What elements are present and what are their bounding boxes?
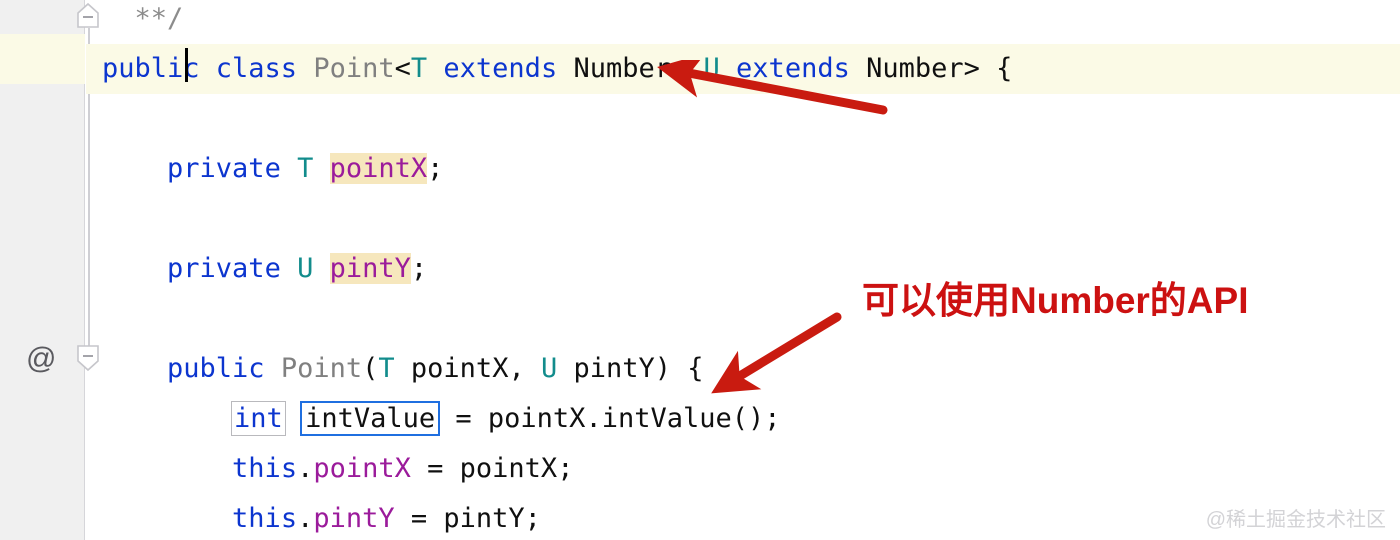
code-line-blank-2[interactable] <box>86 194 1400 244</box>
editor-gutter[interactable]: @ <box>0 0 85 540</box>
code-token: extends <box>443 53 558 84</box>
code-line-blank-1[interactable] <box>86 94 1400 144</box>
code-token: < <box>394 53 411 84</box>
gutter-row[interactable] <box>0 234 85 284</box>
fold-collapse-icon-bottom[interactable] <box>75 343 101 373</box>
code-token: pointX <box>329 153 428 184</box>
code-token: T <box>378 353 395 384</box>
code-token: public <box>167 353 265 384</box>
code-line-text: this.pintY = pintY; <box>86 503 541 534</box>
code-token: U <box>540 353 558 384</box>
code-token: T <box>410 53 428 84</box>
code-token: pointX <box>313 453 411 484</box>
code-line-comment-close[interactable]: **/ <box>86 0 1400 44</box>
code-token: this <box>232 453 298 484</box>
code-line-text: private T pointX; <box>86 153 443 184</box>
code-line-text: private U pintY; <box>86 253 427 284</box>
code-token: int <box>231 401 286 436</box>
annotation-at-icon[interactable]: @ <box>26 344 56 374</box>
gutter-row-annotated[interactable]: @ <box>0 334 85 384</box>
code-token: Number> { <box>849 53 1013 84</box>
code-line-assign-pinty[interactable]: this.pintY = pintY; <box>86 494 1400 540</box>
code-token: extends <box>736 53 850 84</box>
code-token: ( <box>362 353 379 384</box>
code-line-text: this.pointX = pointX; <box>86 453 573 484</box>
fold-collapse-icon-top[interactable] <box>75 2 101 32</box>
code-token: = pointX; <box>410 453 574 484</box>
code-token: pintY) { <box>557 353 704 384</box>
code-token: pintY <box>313 503 395 534</box>
code-token: = pintY; <box>394 503 541 534</box>
code-token: Number, <box>557 53 704 84</box>
code-token: U <box>703 53 720 84</box>
code-line-class-decl[interactable]: public class Point<T extends Number, U e… <box>86 44 1400 94</box>
text-caret <box>185 48 188 82</box>
code-line-text: public class Point<T extends Number, U e… <box>86 53 1012 84</box>
watermark: @稀土掘金技术社区 <box>1205 509 1386 531</box>
gutter-row[interactable] <box>0 134 85 184</box>
gutter-row[interactable] <box>0 284 85 334</box>
code-line-assign-pointx[interactable]: this.pointX = pointX; <box>86 444 1400 494</box>
code-token: ; <box>410 253 428 284</box>
code-line-int-value-decl[interactable]: int intValue = pointX.intValue(); <box>86 394 1400 444</box>
code-token: pintY <box>329 253 411 284</box>
code-token: T <box>297 153 314 184</box>
code-token: Point <box>313 53 395 84</box>
gutter-row-current[interactable] <box>0 34 85 84</box>
code-token: U <box>297 253 314 284</box>
code-token: ; <box>427 153 444 184</box>
code-token: private <box>167 153 281 184</box>
annotation-note-text: 可以使用Number的API <box>862 280 1249 321</box>
code-line-constructor-decl[interactable]: public Point(T pointX, U pintY) { <box>86 344 1400 394</box>
code-token: = pointX.intValue(); <box>439 403 781 434</box>
code-token: intValue <box>300 401 441 436</box>
code-token: private <box>167 253 281 284</box>
code-token: this <box>232 503 298 534</box>
code-line-field-pointx[interactable]: private T pointX; <box>86 144 1400 194</box>
gutter-row[interactable] <box>0 434 85 484</box>
code-token: public class <box>102 53 314 84</box>
gutter-row[interactable] <box>0 84 85 134</box>
code-line-text: int intValue = pointX.intValue(); <box>86 401 781 436</box>
gutter-row[interactable] <box>0 484 85 534</box>
code-token: . <box>297 453 314 484</box>
code-editor[interactable]: @ **/public class Point<T extends Number… <box>0 0 1400 540</box>
gutter-row[interactable] <box>0 384 85 434</box>
code-token: Point <box>280 353 363 384</box>
gutter-row[interactable] <box>0 184 85 234</box>
code-token: **/ <box>134 3 184 34</box>
code-token: pointX, <box>394 353 541 384</box>
code-line-text: public Point(T pointX, U pintY) { <box>86 353 704 384</box>
code-token: . <box>297 503 314 534</box>
